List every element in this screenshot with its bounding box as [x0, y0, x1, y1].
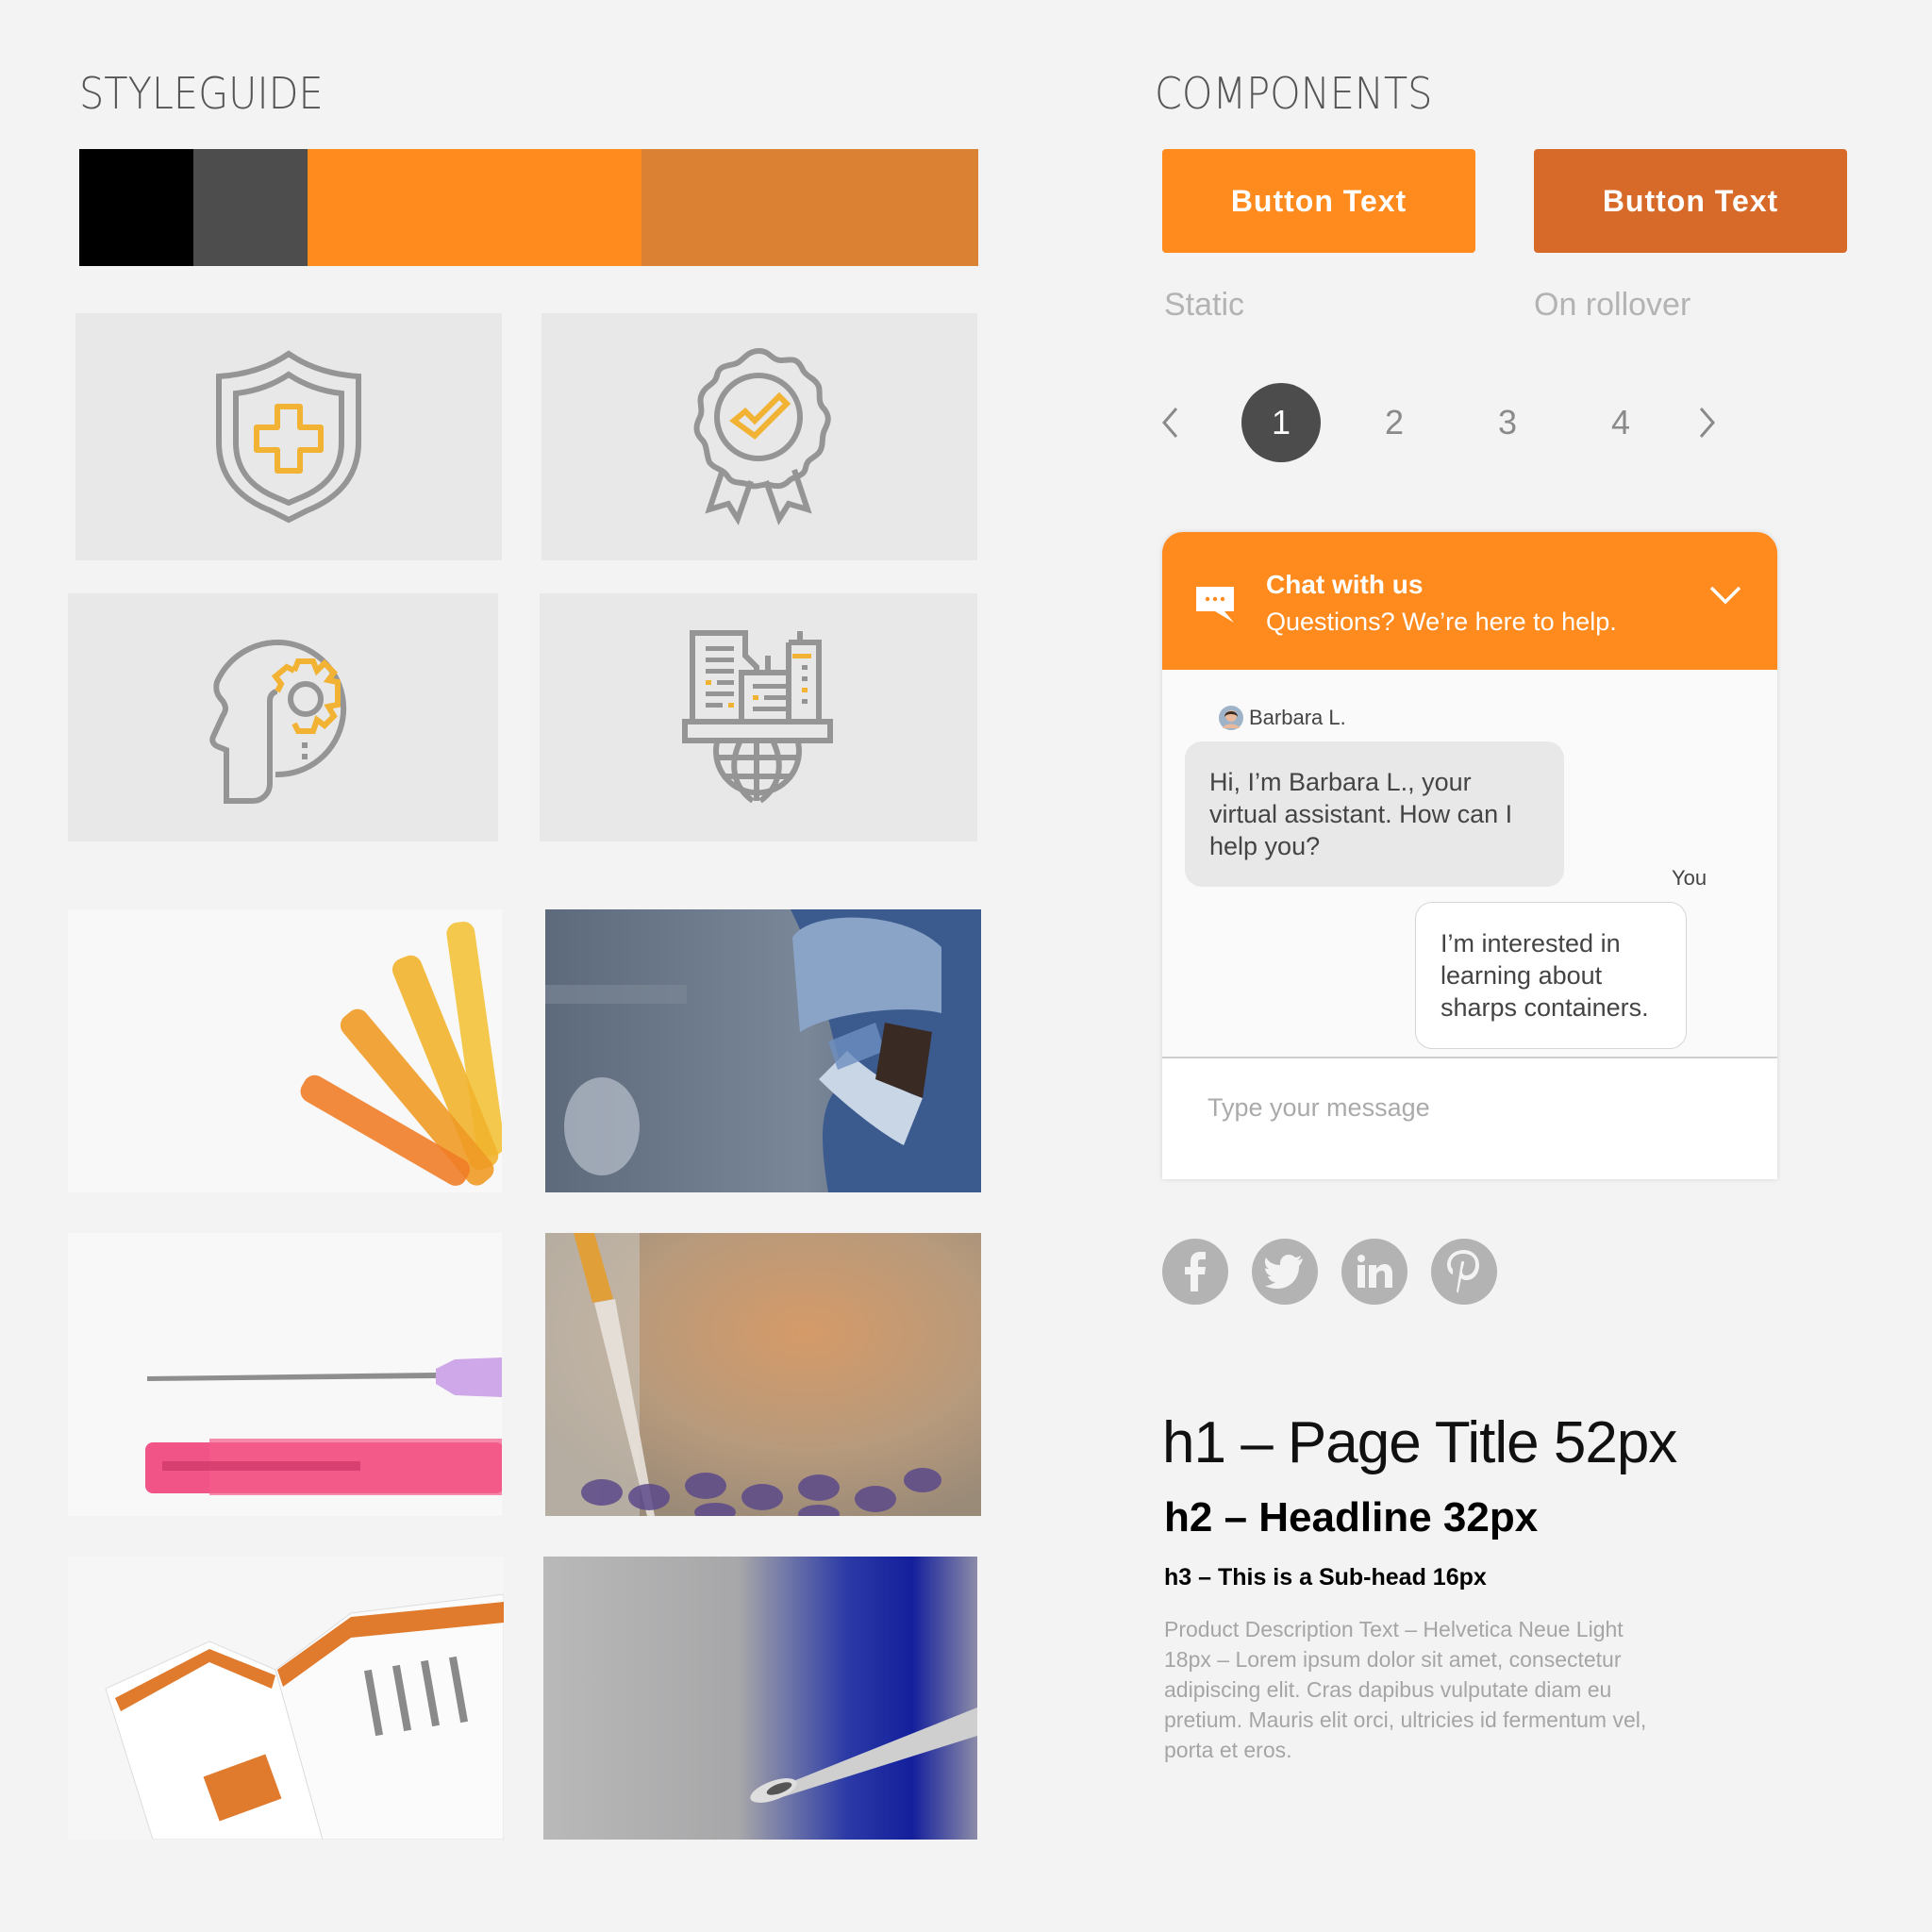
chat-collapse-button[interactable] [1709, 585, 1747, 623]
twitter-icon [1265, 1255, 1303, 1289]
pagination-page-3[interactable]: 3 [1468, 383, 1547, 462]
photo-orange-needles [68, 909, 502, 1192]
photo-brochure [68, 1557, 504, 1840]
primary-button-rollover[interactable]: Button Text [1534, 149, 1847, 253]
pagination: 1 2 3 4 [1151, 383, 1726, 462]
linkedin-button[interactable] [1341, 1239, 1407, 1305]
chevron-right-icon [1699, 408, 1715, 438]
agent-avatar [1219, 706, 1243, 730]
static-state-label: Static [1164, 287, 1245, 323]
twitter-button[interactable] [1252, 1239, 1318, 1305]
chat-bubble-icon [1196, 587, 1234, 623]
needle-tip-on-blue-photo [543, 1557, 977, 1840]
pagination-page-2[interactable]: 2 [1355, 383, 1434, 462]
chat-widget: Chat with us Questions? We’re here to he… [1162, 532, 1777, 1179]
icon-tile-head [68, 593, 498, 841]
h1-sample: h1 – Page Title 52px [1162, 1410, 1677, 1475]
agent-message-bubble: Hi, I’m Barbara L., your virtual assista… [1185, 741, 1564, 887]
primary-button-static[interactable]: Button Text [1162, 149, 1475, 253]
photo-needle-tip [543, 1557, 977, 1840]
shield-medical-icon [216, 350, 361, 524]
orange-safety-needles-photo [68, 909, 502, 1192]
lab-pipette-photo [545, 1233, 981, 1516]
facebook-button[interactable] [1162, 1239, 1228, 1305]
chevron-down-icon [1709, 586, 1741, 605]
chat-input-area [1162, 1057, 1777, 1179]
color-palette [79, 149, 978, 266]
agent-name: Barbara L. [1249, 706, 1346, 729]
h3-sample: h3 – This is a Sub-head 16px [1164, 1564, 1487, 1591]
chat-title: Chat with us [1266, 570, 1424, 599]
pagination-page-1[interactable]: 1 [1241, 383, 1321, 462]
pinterest-button[interactable] [1431, 1239, 1497, 1305]
icon-tile-shield [75, 313, 502, 560]
chat-subtitle: Questions? We’re here to help. [1266, 608, 1617, 636]
pink-needle-and-cap-photo [68, 1233, 502, 1516]
pagination-page-4[interactable]: 4 [1581, 383, 1660, 462]
user-name: You [1672, 866, 1707, 890]
facebook-icon [1185, 1252, 1206, 1291]
swatch-dark-gray [193, 149, 308, 266]
linkedin-icon [1357, 1255, 1392, 1288]
chat-message-input[interactable] [1206, 1083, 1738, 1132]
user-message-bubble: I’m interested in learning about sharps … [1415, 902, 1687, 1049]
styleguide-title: STYLEGUIDE [79, 68, 324, 119]
rollover-state-label: On rollover [1534, 287, 1691, 323]
photo-pipette [545, 1233, 981, 1516]
photo-pink-needle [68, 1233, 502, 1516]
pinterest-icon [1447, 1250, 1479, 1293]
chevron-left-icon [1162, 408, 1178, 438]
photo-surgeon [545, 909, 981, 1192]
icon-tile-city [540, 593, 977, 841]
icon-tile-award [541, 313, 977, 560]
agent-label: Barbara L. [1219, 706, 1346, 730]
award-check-icon [693, 347, 831, 525]
components-title: COMPONENTS [1155, 68, 1433, 119]
body-text-sample: Product Description Text – Helvetica Neu… [1164, 1617, 1647, 1762]
swatch-dark-orange [641, 149, 978, 266]
product-brochure-photo [68, 1557, 504, 1840]
social-icons [1162, 1239, 1497, 1305]
city-globe-icon [682, 629, 833, 803]
chat-header[interactable]: Chat with us Questions? We’re here to he… [1162, 532, 1777, 670]
h2-sample: h2 – Headline 32px [1164, 1494, 1539, 1541]
head-gear-icon [209, 639, 347, 804]
swatch-orange [308, 149, 641, 266]
swatch-black [79, 149, 194, 266]
pagination-next-button[interactable] [1689, 383, 1726, 462]
surgeon-in-mask-photo [545, 909, 981, 1192]
pagination-prev-button[interactable] [1151, 383, 1189, 462]
